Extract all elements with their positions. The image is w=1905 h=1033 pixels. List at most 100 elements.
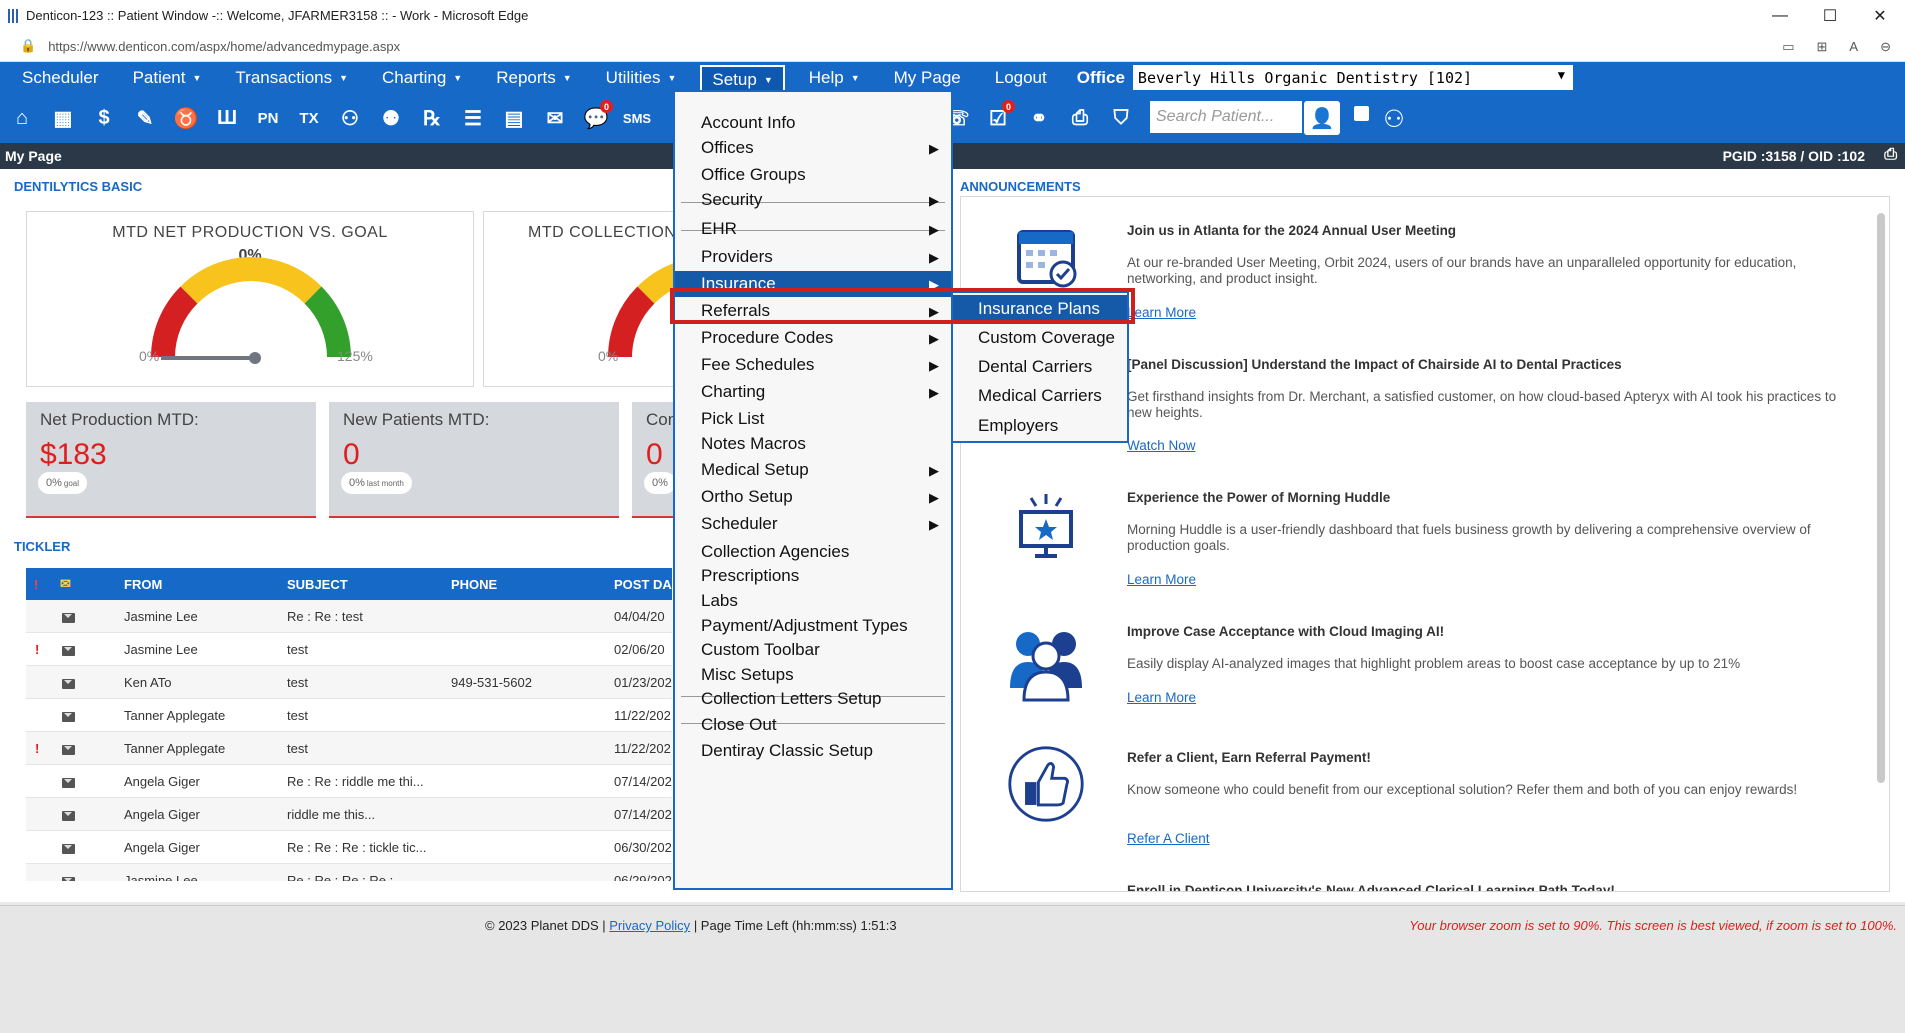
tooth-icon[interactable]: ♉	[169, 98, 203, 138]
setup-menu-item-medical-setup[interactable]: Medical Setup ▶	[675, 457, 951, 483]
dollar-icon[interactable]: $	[87, 98, 121, 138]
notes-icon[interactable]: ☰	[456, 98, 490, 138]
email-icon[interactable]: ✉	[538, 98, 572, 138]
row-subject[interactable]: Re : Re : Re : tickle tic...	[287, 840, 426, 855]
table-row[interactable]: Jasmine Lee Re : Re : Re : Re : 06/29/202	[26, 864, 672, 881]
search-checkbox[interactable]	[1354, 106, 1369, 121]
setup-menu-item-security[interactable]: Security ▶	[675, 187, 951, 213]
setup-menu-item-office-groups[interactable]: Office Groups	[675, 162, 951, 188]
setup-menu-item-notes-macros[interactable]: Notes Macros	[675, 431, 951, 457]
row-subject[interactable]: Re : Re : Re : Re :	[287, 873, 393, 882]
row-subject[interactable]: Re : Re : riddle me thi...	[287, 774, 424, 789]
row-subject[interactable]: test	[287, 642, 308, 657]
home-icon[interactable]: ⌂	[5, 98, 39, 138]
setup-menu-item-charting[interactable]: Charting ▶	[675, 379, 951, 405]
table-row[interactable]: Jasmine Lee Re : Re : test 04/04/20	[26, 600, 672, 633]
row-subject[interactable]: test	[287, 675, 308, 690]
setup-menu-item-payment-adjustment-types[interactable]: Payment/Adjustment Types	[675, 613, 951, 639]
announcement-link[interactable]: Learn More	[1127, 572, 1196, 587]
office-select[interactable]: Beverly Hills Organic Dentistry [102] ▼	[1132, 65, 1573, 90]
menu-my-page[interactable]: My Page	[884, 62, 971, 93]
privacy-policy-link[interactable]: Privacy Policy	[609, 918, 690, 933]
pn-icon[interactable]: PN	[251, 98, 285, 138]
setup-menu-item-prescriptions[interactable]: Prescriptions	[675, 563, 951, 589]
insurance-submenu-item-dental-carriers[interactable]: Dental Carriers	[953, 353, 1127, 381]
menu-reports[interactable]: Reports ▼	[486, 62, 581, 93]
col-from[interactable]: FROM	[124, 577, 162, 592]
family-icon[interactable]: ⚉	[374, 98, 408, 138]
menu-setup[interactable]: Setup ▼	[700, 65, 785, 93]
setup-menu-item-labs[interactable]: Labs	[675, 588, 951, 614]
insurance-submenu-item-custom-coverage[interactable]: Custom Coverage	[953, 324, 1127, 352]
minimize-icon[interactable]: —	[1755, 0, 1805, 31]
insurance-submenu-item-employers[interactable]: Employers	[953, 412, 1127, 440]
menu-scheduler[interactable]: Scheduler	[12, 62, 109, 93]
reader-view-icon[interactable]: ▭	[1782, 39, 1794, 55]
setup-menu-item-dentiray-classic-setup[interactable]: Dentiray Classic Setup	[675, 738, 951, 764]
tx-icon[interactable]: TX	[292, 98, 326, 138]
setup-menu-item-fee-schedules[interactable]: Fee Schedules ▶	[675, 352, 951, 378]
setup-menu-item-pick-list[interactable]: Pick List	[675, 406, 951, 432]
menu-logout[interactable]: Logout	[985, 62, 1057, 93]
print-icon[interactable]: ⎙	[1063, 98, 1097, 138]
edit-icon[interactable]: ✎	[128, 98, 162, 138]
setup-menu-item-ehr[interactable]: EHR ▶	[675, 216, 951, 242]
announcement-link[interactable]: Learn More	[1127, 305, 1196, 320]
row-subject[interactable]: Re : Re : test	[287, 609, 363, 624]
table-row[interactable]: Angela Giger Re : Re : riddle me thi... 07…	[26, 765, 672, 798]
insurance-submenu-item-medical-carriers[interactable]: Medical Carriers	[953, 382, 1127, 410]
rx-icon[interactable]: ℞	[415, 98, 449, 138]
message-icon[interactable]: 💬 0	[579, 98, 613, 138]
setup-menu-item-ortho-setup[interactable]: Ortho Setup ▶	[675, 484, 951, 510]
setup-menu-item-providers[interactable]: Providers ▶	[675, 244, 951, 270]
url-field[interactable]: https://www.denticon.com/aspx/home/advan…	[48, 39, 400, 54]
setup-menu-item-account-info[interactable]: Account Info	[675, 110, 951, 136]
printer-icon[interactable]: ⎙	[1884, 146, 1897, 164]
search-patient-input[interactable]: Search Patient...	[1150, 101, 1302, 133]
announcement-link[interactable]: Watch Now	[1127, 438, 1196, 453]
table-row[interactable]: Angela Giger riddle me this... 07/14/202	[26, 798, 672, 831]
teeth-icon[interactable]: Ш	[210, 98, 244, 138]
table-row[interactable]: Ken ATo test 949-531-5602 01/23/202	[26, 666, 672, 699]
group-icon[interactable]: ⚭	[1022, 98, 1056, 138]
apps-icon[interactable]: ⊞	[1817, 39, 1828, 55]
table-row[interactable]: Tanner Applegate test 11/22/202	[26, 699, 672, 732]
table-row[interactable]: ! Tanner Applegate test 11/22/202	[26, 732, 672, 765]
calendar-icon[interactable]: ▦	[46, 98, 80, 138]
col-post-date[interactable]: POST DA	[614, 577, 672, 592]
shield-icon[interactable]: ⛉	[1104, 98, 1138, 138]
row-subject[interactable]: riddle me this...	[287, 807, 375, 822]
setup-menu-item-misc-setups[interactable]: Misc Setups	[675, 662, 951, 688]
row-subject[interactable]: test	[287, 708, 308, 723]
col-phone[interactable]: PHONE	[451, 577, 497, 592]
setup-menu-item-scheduler[interactable]: Scheduler ▶	[675, 511, 951, 537]
table-row[interactable]: ! Jasmine Lee test 02/06/20	[26, 633, 672, 666]
document-icon[interactable]: ▤	[497, 98, 531, 138]
setup-menu-item-procedure-codes[interactable]: Procedure Codes ▶	[675, 325, 951, 351]
row-subject[interactable]: test	[287, 741, 308, 756]
checklist-icon[interactable]: ☑ 0	[981, 98, 1015, 138]
menu-charting[interactable]: Charting ▼	[372, 62, 472, 93]
close-icon[interactable]: ✕	[1855, 0, 1905, 31]
menu-utilities[interactable]: Utilities ▼	[596, 62, 687, 93]
announcement-link[interactable]: Refer A Client	[1127, 831, 1210, 846]
zoom-out-icon[interactable]: ⊖	[1880, 39, 1891, 55]
setup-menu-item-collection-agencies[interactable]: Collection Agencies	[675, 539, 951, 565]
read-aloud-icon[interactable]: A	[1849, 39, 1858, 54]
setup-menu-item-custom-toolbar[interactable]: Custom Toolbar	[675, 637, 951, 663]
col-subject[interactable]: SUBJECT	[287, 577, 348, 592]
setup-menu-item-offices[interactable]: Offices ▶	[675, 135, 951, 161]
setup-menu-item-collection-letters-setup[interactable]: Collection Letters Setup	[675, 686, 951, 712]
announcement-link[interactable]: Learn More	[1127, 690, 1196, 705]
group-search-icon[interactable]: ⚇	[1374, 101, 1414, 137]
menu-transactions[interactable]: Transactions ▼	[225, 62, 358, 93]
maximize-icon[interactable]: ☐	[1805, 0, 1855, 31]
menu-patient[interactable]: Patient ▼	[123, 62, 212, 93]
patient-search-icon[interactable]: 👤	[1304, 101, 1340, 135]
add-patient-icon[interactable]: ⚇	[333, 98, 367, 138]
table-row[interactable]: Angela Giger Re : Re : Re : tickle tic...…	[26, 831, 672, 864]
announcements-scrollbar[interactable]	[1877, 213, 1885, 783]
setup-menu-item-close-out[interactable]: Close Out	[675, 712, 951, 738]
menu-help[interactable]: Help ▼	[799, 62, 870, 93]
sms-icon[interactable]: SMS	[620, 98, 654, 138]
